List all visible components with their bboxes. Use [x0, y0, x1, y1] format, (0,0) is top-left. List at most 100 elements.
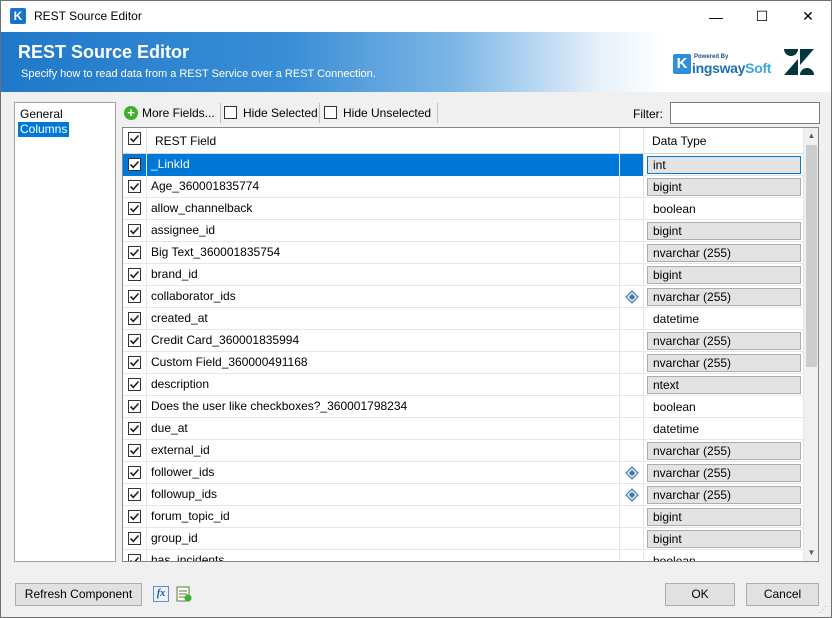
- data-type-value[interactable]: nvarchar (255): [647, 464, 801, 482]
- rest-field-cell[interactable]: group_id: [147, 528, 620, 550]
- rest-field-cell[interactable]: Credit Card_360001835994: [147, 330, 620, 352]
- data-type-value[interactable]: bigint: [647, 178, 801, 196]
- header-rest-field[interactable]: REST Field: [147, 128, 620, 154]
- data-type-value[interactable]: nvarchar (255): [647, 486, 801, 504]
- data-type-cell[interactable]: int: [644, 154, 803, 176]
- rest-field-cell[interactable]: has_incidents: [147, 550, 620, 561]
- data-type-cell[interactable]: bigint: [644, 506, 803, 528]
- hide-selected-checkbox[interactable]: [224, 106, 237, 119]
- table-row[interactable]: Credit Card_360001835994 nvarchar (255): [123, 330, 803, 352]
- table-row[interactable]: Big Text_360001835754 nvarchar (255): [123, 242, 803, 264]
- rest-field-cell[interactable]: _LinkId: [147, 154, 620, 176]
- data-type-value[interactable]: boolean: [647, 552, 801, 561]
- rest-field-cell[interactable]: Big Text_360001835754: [147, 242, 620, 264]
- data-type-cell[interactable]: nvarchar (255): [644, 352, 803, 374]
- data-type-value[interactable]: boolean: [647, 200, 801, 218]
- refresh-component-button[interactable]: Refresh Component: [15, 583, 142, 606]
- data-type-cell[interactable]: boolean: [644, 550, 803, 561]
- row-checkbox[interactable]: [128, 158, 141, 171]
- data-type-value[interactable]: nvarchar (255): [647, 288, 801, 306]
- data-type-value[interactable]: nvarchar (255): [647, 244, 801, 262]
- data-type-cell[interactable]: bigint: [644, 176, 803, 198]
- data-type-cell[interactable]: boolean: [644, 396, 803, 418]
- table-row[interactable]: followup_ids nvarchar (255): [123, 484, 803, 506]
- rest-field-cell[interactable]: Custom Field_360000491168: [147, 352, 620, 374]
- maximize-button[interactable]: ☐: [739, 1, 785, 32]
- close-button[interactable]: ✕: [785, 1, 831, 32]
- data-type-value[interactable]: bigint: [647, 266, 801, 284]
- data-type-cell[interactable]: nvarchar (255): [644, 462, 803, 484]
- row-checkbox[interactable]: [128, 356, 141, 369]
- row-checkbox[interactable]: [128, 444, 141, 457]
- rest-field-cell[interactable]: forum_topic_id: [147, 506, 620, 528]
- data-type-value[interactable]: bigint: [647, 222, 801, 240]
- rest-field-cell[interactable]: Age_360001835774: [147, 176, 620, 198]
- rest-field-cell[interactable]: description: [147, 374, 620, 396]
- table-row[interactable]: group_id bigint: [123, 528, 803, 550]
- add-icon[interactable]: +: [124, 106, 138, 120]
- cancel-button[interactable]: Cancel: [746, 583, 819, 606]
- minimize-button[interactable]: —: [693, 1, 739, 32]
- vertical-scrollbar[interactable]: ▲ ▼: [803, 128, 818, 561]
- row-checkbox[interactable]: [128, 268, 141, 281]
- data-type-value[interactable]: nvarchar (255): [647, 442, 801, 460]
- data-type-cell[interactable]: bigint: [644, 264, 803, 286]
- table-row[interactable]: allow_channelback boolean: [123, 198, 803, 220]
- ok-button[interactable]: OK: [665, 583, 735, 606]
- data-type-cell[interactable]: nvarchar (255): [644, 330, 803, 352]
- row-checkbox[interactable]: [128, 488, 141, 501]
- table-row[interactable]: brand_id bigint: [123, 264, 803, 286]
- select-all-checkbox[interactable]: [128, 132, 141, 145]
- row-checkbox[interactable]: [128, 246, 141, 259]
- row-checkbox[interactable]: [128, 378, 141, 391]
- rest-field-cell[interactable]: assignee_id: [147, 220, 620, 242]
- data-type-value[interactable]: bigint: [647, 530, 801, 548]
- row-checkbox[interactable]: [128, 510, 141, 523]
- row-checkbox[interactable]: [128, 334, 141, 347]
- rest-field-cell[interactable]: collaborator_ids: [147, 286, 620, 308]
- table-row[interactable]: assignee_id bigint: [123, 220, 803, 242]
- nav-item-columns[interactable]: Columns: [18, 122, 70, 137]
- table-row[interactable]: Does the user like checkboxes?_360001798…: [123, 396, 803, 418]
- row-checkbox[interactable]: [128, 466, 141, 479]
- row-checkbox[interactable]: [128, 400, 141, 413]
- table-row[interactable]: description ntext: [123, 374, 803, 396]
- row-checkbox[interactable]: [128, 224, 141, 237]
- row-checkbox[interactable]: [128, 312, 141, 325]
- row-checkbox[interactable]: [128, 532, 141, 545]
- table-row[interactable]: Custom Field_360000491168 nvarchar (255): [123, 352, 803, 374]
- table-row[interactable]: due_at datetime: [123, 418, 803, 440]
- data-type-value[interactable]: nvarchar (255): [647, 354, 801, 372]
- rest-field-cell[interactable]: due_at: [147, 418, 620, 440]
- resize-grip-icon[interactable]: ⋰: [819, 605, 827, 614]
- scroll-thumb[interactable]: [806, 145, 817, 367]
- filter-input[interactable]: [670, 102, 820, 124]
- row-checkbox[interactable]: [128, 180, 141, 193]
- rest-field-cell[interactable]: follower_ids: [147, 462, 620, 484]
- nav-item-general[interactable]: General: [18, 107, 65, 122]
- rest-field-cell[interactable]: brand_id: [147, 264, 620, 286]
- data-type-cell[interactable]: nvarchar (255): [644, 242, 803, 264]
- table-row[interactable]: forum_topic_id bigint: [123, 506, 803, 528]
- rest-field-cell[interactable]: external_id: [147, 440, 620, 462]
- rest-field-cell[interactable]: Does the user like checkboxes?_360001798…: [147, 396, 620, 418]
- data-type-value[interactable]: datetime: [647, 420, 801, 438]
- scroll-down-icon[interactable]: ▼: [804, 545, 818, 561]
- data-type-cell[interactable]: nvarchar (255): [644, 484, 803, 506]
- data-type-value[interactable]: nvarchar (255): [647, 332, 801, 350]
- data-type-value[interactable]: datetime: [647, 310, 801, 328]
- table-settings-icon[interactable]: [176, 586, 192, 602]
- data-type-cell[interactable]: bigint: [644, 220, 803, 242]
- data-type-cell[interactable]: bigint: [644, 528, 803, 550]
- rest-field-cell[interactable]: followup_ids: [147, 484, 620, 506]
- data-type-value[interactable]: boolean: [647, 398, 801, 416]
- data-type-cell[interactable]: datetime: [644, 418, 803, 440]
- data-type-cell[interactable]: datetime: [644, 308, 803, 330]
- table-row[interactable]: follower_ids nvarchar (255): [123, 462, 803, 484]
- hide-unselected-checkbox[interactable]: [324, 106, 337, 119]
- header-data-type[interactable]: Data Type: [644, 128, 803, 154]
- row-checkbox[interactable]: [128, 290, 141, 303]
- row-checkbox[interactable]: [128, 422, 141, 435]
- data-type-cell[interactable]: nvarchar (255): [644, 286, 803, 308]
- table-row[interactable]: _LinkId int: [123, 154, 803, 176]
